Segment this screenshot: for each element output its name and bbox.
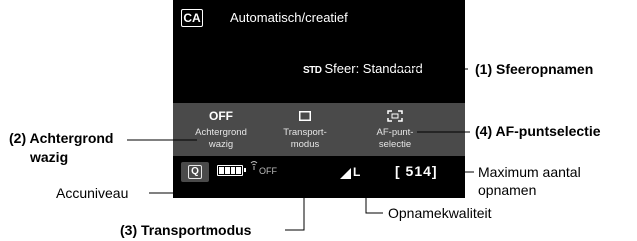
callout-maximum: Maximum aantal [478, 164, 581, 180]
callout-accuniveau: Accuniveau [56, 185, 129, 201]
callout-af-puntselectie: (4) AF-puntselectie [475, 123, 601, 139]
callout-lines [127, 68, 474, 231]
callout-sfeeropnamen: (1) Sfeeropnamen [475, 61, 594, 77]
callout-opnamekwaliteit: Opnamekwaliteit [388, 205, 492, 221]
callout-achtergrond: (2) Achtergrond [9, 130, 114, 146]
callout-maximum-2: opnamen [478, 182, 537, 198]
callout-transportmodus: (3) Transportmodus [120, 222, 252, 238]
callout-achtergrond-2: wazig [30, 149, 69, 165]
